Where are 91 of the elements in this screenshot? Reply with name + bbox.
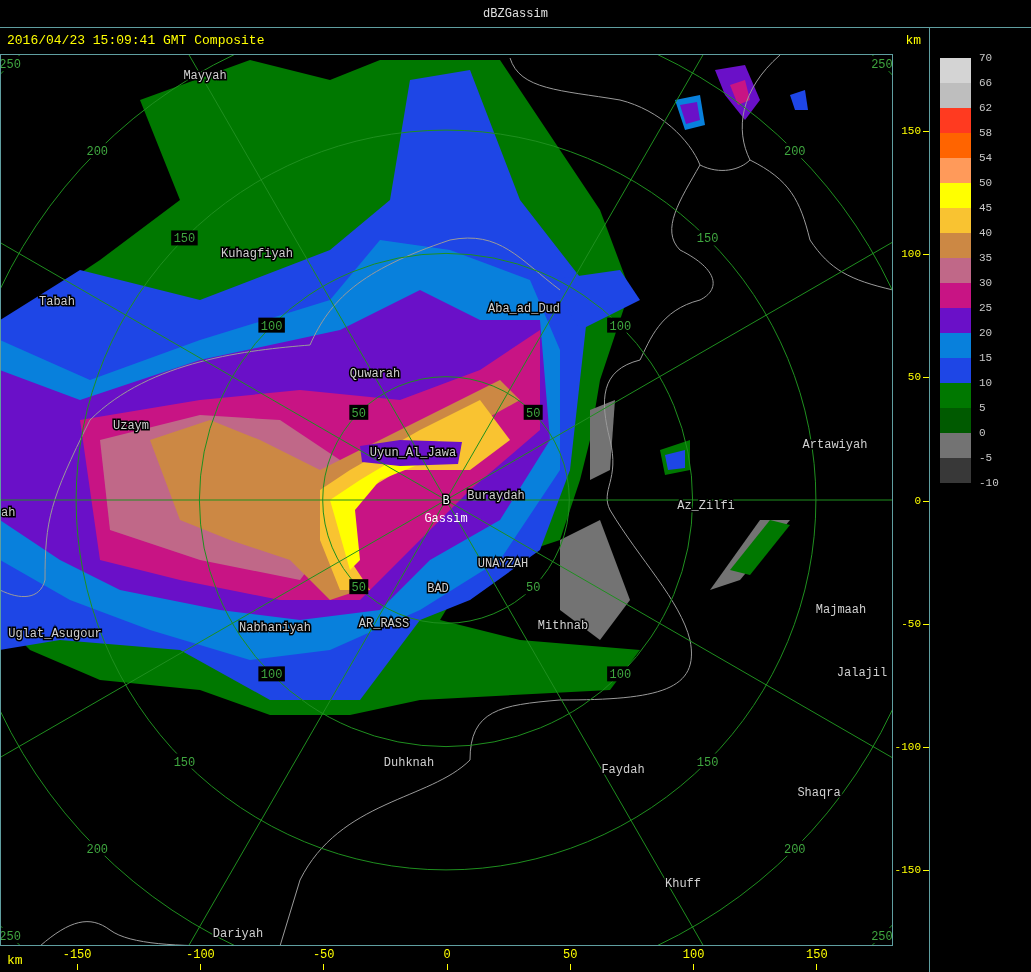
y-axis-tick-label: -150 xyxy=(894,865,921,877)
range-label: 100 xyxy=(609,668,632,683)
y-axis-tick-label: -50 xyxy=(901,618,921,630)
tick-mark xyxy=(693,964,695,970)
tick-mark xyxy=(923,500,929,502)
range-label: 200 xyxy=(86,145,109,160)
range-label: 250 xyxy=(1,58,21,73)
x-axis-unit-label: km xyxy=(7,952,23,970)
x-axis-tick-label: -150 xyxy=(62,947,92,964)
tick-mark xyxy=(923,747,929,749)
tick-mark xyxy=(816,964,818,970)
legend-label: 10 xyxy=(979,378,993,389)
legend-label: 54 xyxy=(979,153,993,164)
place-label: Shaqra xyxy=(797,786,841,800)
place-label: Khuff xyxy=(665,877,701,891)
legend-label: 40 xyxy=(979,228,993,239)
range-label: 150 xyxy=(173,755,196,770)
legend-label: 5 xyxy=(979,403,986,414)
tick-mark xyxy=(923,870,929,872)
place-label: Faydah xyxy=(601,763,645,777)
range-label: 50 xyxy=(351,406,366,421)
legend-label: 30 xyxy=(979,278,993,289)
place-label: Dariyah xyxy=(212,927,264,941)
legend-label: 25 xyxy=(979,303,993,314)
tick-mark xyxy=(569,964,571,970)
place-label: Uglat_Asugour xyxy=(8,627,102,641)
range-label: 100 xyxy=(609,319,632,334)
x-axis-tick-label: 50 xyxy=(563,947,578,964)
range-label: 100 xyxy=(260,319,283,334)
tick-mark xyxy=(923,623,929,625)
y-axis-tick-label: 150 xyxy=(901,125,921,137)
legend-label: 0 xyxy=(979,428,986,439)
tick-mark xyxy=(923,253,929,255)
range-label: 150 xyxy=(173,232,196,247)
place-label: Uzaym xyxy=(113,419,149,433)
legend-label: 50 xyxy=(979,178,993,189)
place-label: Kuhagfiyah xyxy=(221,247,293,261)
place-label: Jalajil xyxy=(836,666,888,680)
place-label: Duhknah xyxy=(383,756,435,770)
legend-label: -10 xyxy=(979,478,999,489)
range-label: 50 xyxy=(351,581,366,596)
place-label: BAD xyxy=(427,582,449,596)
legend-label: 62 xyxy=(979,103,993,114)
range-label: 200 xyxy=(86,842,109,857)
tick-mark xyxy=(323,964,325,970)
range-label: 50 xyxy=(526,406,541,421)
y-axis-tick-label: 50 xyxy=(907,372,921,384)
place-label: Aba_ad_Dud xyxy=(488,302,560,316)
tick-mark xyxy=(923,377,929,379)
legend-label: 58 xyxy=(979,128,993,139)
place-label: Tabah xyxy=(39,295,75,309)
x-axis-tick-label: -100 xyxy=(186,947,215,964)
legend-label: 45 xyxy=(979,203,993,214)
range-label: 100 xyxy=(260,668,283,683)
y-axis-tick-label: -100 xyxy=(894,742,921,754)
range-label: 200 xyxy=(783,842,806,857)
radar-site-label: Gassim xyxy=(424,512,468,526)
legend-label: 35 xyxy=(979,253,993,264)
place-label: Artawiyah xyxy=(802,438,868,452)
range-label: 200 xyxy=(783,145,806,160)
legend-label: 20 xyxy=(979,328,993,339)
range-label: 250 xyxy=(871,58,892,73)
range-label: 250 xyxy=(871,929,892,944)
range-label: 50 xyxy=(526,581,541,596)
place-label: Majmaah xyxy=(815,603,867,617)
tick-mark xyxy=(446,964,448,970)
tick-mark xyxy=(199,964,201,970)
x-axis-tick-label: 150 xyxy=(806,947,828,964)
legend-label: 70 xyxy=(979,53,993,64)
y-axis-tick-label: 100 xyxy=(901,248,921,260)
timestamp-label: 2016/04/23 15:09:41 GMT Composite xyxy=(7,32,265,51)
range-label: 250 xyxy=(1,929,21,944)
x-axis-tick-label: -50 xyxy=(312,947,335,964)
range-label: 150 xyxy=(696,232,719,247)
unit-label: km xyxy=(905,32,921,51)
x-axis-tick-label: 0 xyxy=(443,947,451,964)
range-label: 150 xyxy=(696,755,719,770)
place-label: Az_Zilfi xyxy=(677,499,735,513)
place-label: AR_RASS xyxy=(358,617,410,631)
place-label: Nabhaniyah xyxy=(239,621,311,635)
x-axis-tick-label: 100 xyxy=(682,947,705,964)
place-label: Uyun_Al_Jawa xyxy=(369,446,457,460)
place-label: ah xyxy=(1,506,16,520)
legend-label: 15 xyxy=(979,353,993,364)
window-title: dBZGassim xyxy=(483,5,548,23)
y-axis-tick-label: 0 xyxy=(914,495,921,507)
place-label: Quwarah xyxy=(349,367,401,381)
tick-mark xyxy=(76,964,78,970)
legend-label: -5 xyxy=(979,453,993,464)
tick-mark xyxy=(923,130,929,132)
legend-label: 66 xyxy=(979,78,993,89)
